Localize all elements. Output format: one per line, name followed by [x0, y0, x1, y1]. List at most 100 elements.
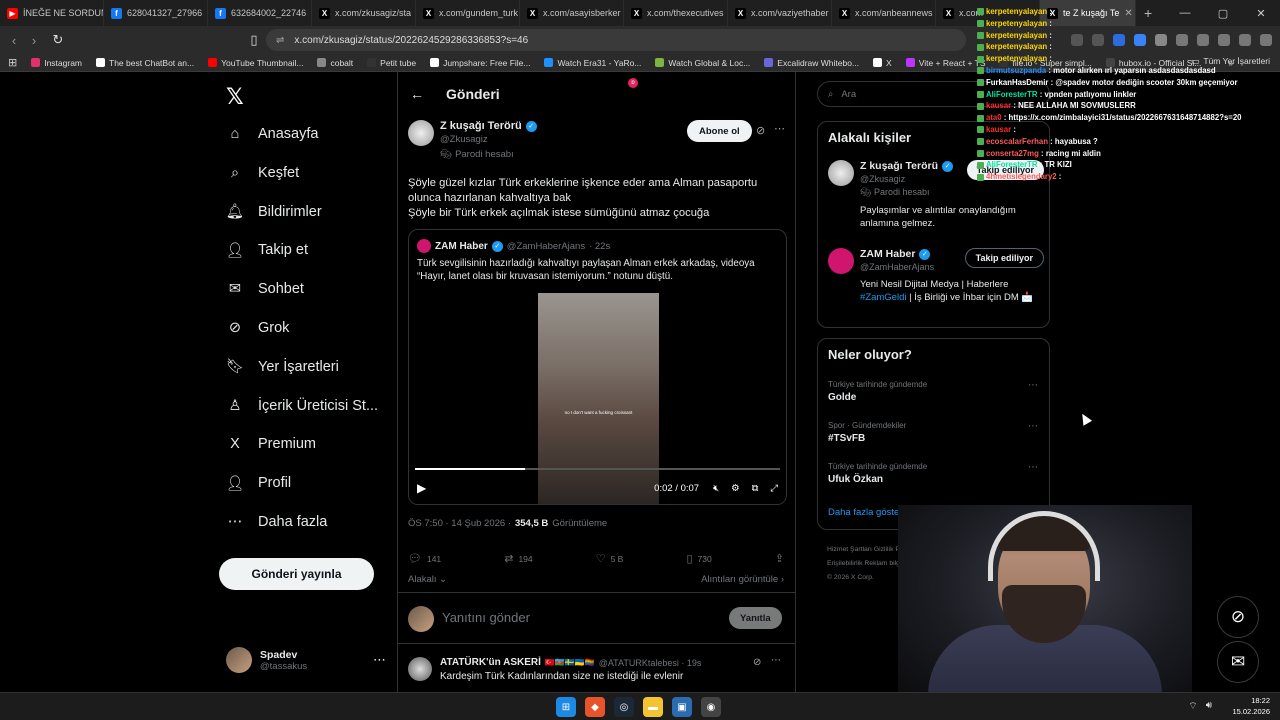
show-more-link[interactable]: Daha fazla göster — [828, 507, 902, 518]
nav-item[interactable]: ⊘ Grok — [226, 319, 290, 337]
bookmark-item[interactable]: Watch Era31 - YaRo... — [544, 58, 641, 68]
trend-item[interactable]: Türkiye tarihinde gündemde Golde ⋯ — [828, 380, 1042, 403]
browser-tab[interactable]: Xx.com/zkusagiz/sta — [312, 0, 416, 26]
bookmark-item[interactable]: The best ChatBot an... — [96, 58, 194, 68]
brave-browser-icon[interactable]: ◆ — [585, 697, 605, 717]
post-button[interactable]: Gönderi yayınla — [219, 558, 374, 590]
author-handle[interactable]: @Zkusagiz — [440, 134, 537, 145]
bookmark-item[interactable]: Excalidraw Whitebo... — [764, 58, 859, 68]
quote-time: · 22s — [589, 240, 611, 252]
steam-icon[interactable]: ◎ — [614, 697, 634, 717]
trend-item[interactable]: Türkiye tarihinde gündemde Ufuk Özkan ⋯ — [828, 462, 1042, 485]
nav-item[interactable]: 🔔︎ Bildirimler — [226, 203, 322, 221]
clock-date: 15.02.2026 — [1232, 707, 1270, 716]
bookmark-item[interactable]: Vite + React + TS — [905, 58, 985, 68]
bookmark-item[interactable]: Petit tube — [367, 58, 416, 68]
quoted-post[interactable]: ZAM Haber ✓ @ZamHaberAjans · 22s Türk se… — [408, 229, 787, 505]
messages-fab-icon[interactable]: ✉ — [1217, 641, 1259, 683]
volume-icon[interactable]: 🔊︎ — [1206, 700, 1212, 713]
nav-item[interactable]: 👤︎ Takip et — [226, 241, 308, 259]
site-info-icon[interactable]: ⇌ — [276, 35, 284, 46]
bookmark-item[interactable]: cobalt — [317, 58, 353, 68]
fullscreen-icon[interactable]: ⤢ — [770, 483, 778, 494]
video-player[interactable]: no I don't want a fucking croissant ▶ 0:… — [409, 293, 786, 504]
x-logo-icon[interactable]: 𝕏 — [226, 84, 244, 110]
back-nav-icon[interactable]: ‹ — [4, 33, 24, 48]
trend-item[interactable]: Spor · Gündemdekiler #TSvFB ⋯ — [828, 421, 1042, 444]
post-time[interactable]: ÖS 7:50 · 14 Şub 2026 · — [408, 518, 511, 529]
apps-grid-icon[interactable]: ⊞ — [8, 56, 17, 69]
person-2-hashtag-link[interactable]: #ZamGeldi — [860, 292, 906, 303]
video-progress-bar[interactable] — [415, 468, 780, 470]
nav-item[interactable]: ⌕ Keşfet — [226, 164, 299, 182]
back-arrow-icon[interactable]: ← — [410, 86, 424, 102]
reply-action[interactable]: 💬︎ 141 — [408, 552, 441, 565]
pip-icon[interactable]: ⧉ — [752, 483, 759, 494]
reload-icon[interactable]: ↻ — [48, 32, 68, 48]
trends-title: Neler oluyor? — [828, 347, 912, 362]
file-explorer-icon[interactable]: ▬ — [643, 697, 663, 717]
like-action[interactable]: ♡ 5 B — [596, 552, 624, 565]
browser-tab[interactable]: Xx.com/gundem_turk — [416, 0, 520, 26]
bookmark-item[interactable]: Instagram — [31, 58, 82, 68]
nav-item[interactable]: ♙ İçerik Üreticisi St... — [226, 397, 379, 415]
play-icon[interactable]: ▶ — [417, 481, 426, 495]
chat-username: ata0 — [986, 113, 1002, 123]
browser-tab[interactable]: Xx.com/thexecutives — [624, 0, 728, 26]
chat-separator: : — [1001, 113, 1009, 123]
author-name[interactable]: Z kuşağı Terörü — [440, 120, 522, 132]
nav-item[interactable]: X Premium — [226, 435, 316, 453]
reply-more-icon[interactable]: ⋯ — [771, 655, 781, 666]
more-icon[interactable]: ⋯ — [373, 652, 386, 668]
grok-fab-icon[interactable]: ⊘ — [1217, 596, 1259, 638]
wifi-icon[interactable]: ⌔ — [1188, 700, 1197, 713]
nav-item[interactable]: ✉ Sohbet — [226, 280, 304, 298]
author-avatar[interactable] — [408, 120, 434, 146]
mute-icon[interactable]: 🔇︎ — [713, 483, 719, 494]
browser-tab[interactable]: Xx.com/anbeannews — [832, 0, 936, 26]
settings-gear-icon[interactable]: ⚙ — [731, 483, 740, 494]
browser-tab[interactable]: f 628041327_27966 — [104, 0, 208, 26]
chat-separator: : — [1046, 65, 1054, 75]
windows-start-icon[interactable]: ⊞ — [556, 697, 576, 717]
view-quotes-link[interactable]: Alıntıları görüntüle › — [701, 574, 784, 585]
url-field[interactable]: ⇌ x.com/zkusagiz/status/2022624529286336… — [266, 29, 966, 51]
bookmark-item[interactable]: Jumpshare: Free File... — [430, 58, 530, 68]
nav-item[interactable]: ⌂ Anasayfa — [226, 125, 319, 143]
reply-grok-icon[interactable]: ⊘ — [753, 657, 761, 668]
repost-action[interactable]: ⇄ 194 — [504, 552, 532, 565]
browser-tab[interactable]: ▶ İNEĞE NE SORDUN — [0, 0, 104, 26]
nav-label: Sohbet — [258, 281, 304, 298]
trend-more-icon[interactable]: ⋯ — [1028, 462, 1038, 473]
bookmark-action[interactable]: ▯ 730 — [686, 552, 711, 565]
bookmark-page-icon[interactable]: ▯ — [244, 32, 264, 48]
grok-icon[interactable]: ⊘ — [756, 124, 765, 137]
reply-text: Kardeşim Türk Kadınlarından size ne iste… — [440, 671, 684, 682]
browser-tab[interactable]: Xx.com/vaziyethaber — [728, 0, 832, 26]
bookmark-item[interactable]: Watch Global & Loc... — [655, 58, 750, 68]
chat-separator: : — [1047, 18, 1055, 28]
reply-input[interactable]: Yanıtını gönder — [442, 610, 530, 625]
relevance-dropdown[interactable]: Alakalı ⌄ — [408, 574, 447, 585]
share-action[interactable]: ⇪ — [775, 552, 784, 565]
post-more-icon[interactable]: ⋯ — [774, 122, 785, 135]
nav-item[interactable]: 🔖︎ Yer İşaretleri — [226, 358, 339, 376]
trend-more-icon[interactable]: ⋯ — [1028, 380, 1038, 391]
nav-item[interactable]: ⋯ Daha fazla — [226, 513, 328, 531]
browser-tab[interactable]: Xx.com/asayisberker — [520, 0, 624, 26]
trend-more-icon[interactable]: ⋯ — [1028, 421, 1038, 432]
store-icon[interactable]: ▣ — [672, 697, 692, 717]
obs-icon[interactable]: ◉ — [701, 697, 721, 717]
clock[interactable]: 18:22 15.02.2026 — [1232, 695, 1270, 717]
nav-item[interactable]: 👤︎ Profil — [226, 474, 291, 492]
forward-nav-icon[interactable]: › — [24, 33, 44, 48]
account-switcher[interactable]: Spadev @tassakus ⋯ — [226, 642, 386, 678]
reply-button[interactable]: Yanıtla — [729, 607, 782, 629]
bookmark-item[interactable]: YouTube Thumbnail... — [208, 58, 303, 68]
browser-tab[interactable]: f 632684002_22746 — [208, 0, 312, 26]
subscribe-button[interactable]: Abone ol — [687, 120, 752, 142]
person-2-follow-button[interactable]: Takip ediliyor — [964, 248, 1044, 268]
bookmark-item[interactable]: X — [873, 58, 892, 68]
chat-separator: : — [1047, 136, 1055, 146]
tab-label: x.com/anbeannews — [855, 8, 933, 18]
